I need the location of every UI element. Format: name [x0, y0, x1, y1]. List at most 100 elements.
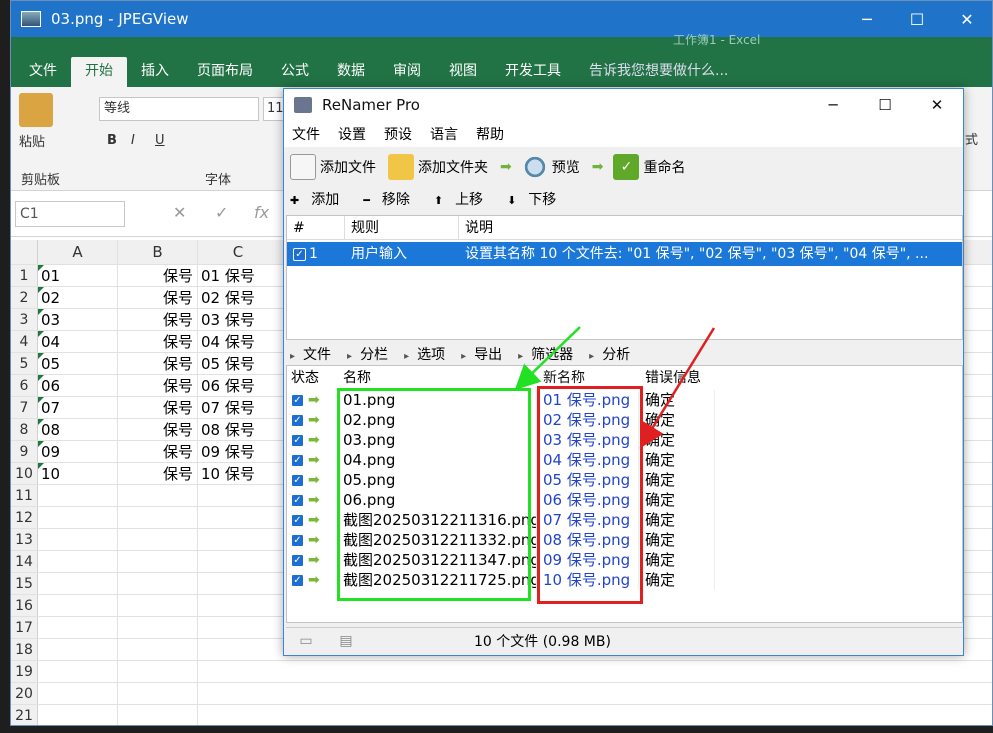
- cell[interactable]: [198, 573, 278, 594]
- row-header[interactable]: 14: [11, 551, 38, 572]
- cell[interactable]: [38, 705, 118, 725]
- name-box[interactable]: C1: [15, 201, 125, 227]
- cell[interactable]: 保号: [118, 309, 198, 330]
- cell[interactable]: [38, 529, 118, 550]
- row-header[interactable]: 7: [11, 397, 38, 418]
- menu-item[interactable]: 预设: [384, 124, 412, 144]
- cell[interactable]: 保号: [118, 397, 198, 418]
- cell[interactable]: [118, 683, 198, 704]
- cell[interactable]: 02: [38, 287, 118, 308]
- row-header[interactable]: 11: [11, 485, 38, 506]
- row-header[interactable]: 3: [11, 309, 38, 330]
- row-header[interactable]: 17: [11, 617, 38, 638]
- close-button[interactable]: ✕: [942, 10, 992, 29]
- excel-tab[interactable]: 公式: [267, 57, 323, 87]
- file-toolbar-button[interactable]: ▸ 选项: [404, 344, 453, 364]
- menu-item[interactable]: 文件: [292, 124, 320, 144]
- column-header[interactable]: B: [118, 240, 198, 264]
- menu-item[interactable]: 帮助: [476, 124, 504, 144]
- cell[interactable]: [38, 595, 118, 616]
- minimize-button[interactable]: ─: [842, 10, 892, 29]
- file-toolbar-button[interactable]: ▸ 导出: [461, 344, 510, 364]
- cell[interactable]: 09: [38, 441, 118, 462]
- cell[interactable]: [38, 485, 118, 506]
- cell[interactable]: 05: [38, 353, 118, 374]
- cell[interactable]: [198, 485, 278, 506]
- excel-tab[interactable]: 插入: [127, 57, 183, 87]
- cell[interactable]: 04: [38, 331, 118, 352]
- add-file-small-icon[interactable]: ▭: [286, 633, 326, 649]
- add-files-button[interactable]: 添加文件: [290, 154, 376, 180]
- cell[interactable]: 09 保号: [198, 441, 278, 462]
- excel-tab[interactable]: 页面布局: [183, 57, 267, 87]
- checkbox-icon[interactable]: ✓: [291, 473, 304, 487]
- cell[interactable]: [38, 551, 118, 572]
- renamer-close-button[interactable]: ✕: [911, 96, 963, 114]
- cell[interactable]: [198, 617, 278, 638]
- tell-me-search[interactable]: 告诉我您想要做什么...: [575, 57, 742, 87]
- checkbox-icon[interactable]: ✓: [291, 413, 304, 427]
- checkbox-icon[interactable]: ✓: [291, 513, 304, 527]
- cell[interactable]: [198, 705, 278, 725]
- cell[interactable]: [118, 595, 198, 616]
- column-header[interactable]: A: [38, 240, 118, 264]
- cell[interactable]: 保号: [118, 331, 198, 352]
- checkbox-icon[interactable]: ✓: [291, 573, 304, 587]
- maximize-button[interactable]: ☐: [892, 10, 942, 29]
- enter-icon[interactable]: ✓: [215, 203, 228, 222]
- checkbox-icon[interactable]: ✓: [291, 493, 304, 507]
- rename-button[interactable]: ✓ 重命名: [613, 154, 685, 180]
- row-header[interactable]: 13: [11, 529, 38, 550]
- jpegview-titlebar[interactable]: 03.png - JPEGView ─ ☐ ✕: [11, 1, 992, 37]
- cell[interactable]: [198, 661, 278, 682]
- rule-toolbar-button[interactable]: ⬇ 下移: [507, 189, 568, 209]
- state-header[interactable]: 状态: [287, 366, 337, 390]
- select-all-corner[interactable]: [11, 240, 38, 264]
- cell[interactable]: 01 保号: [198, 265, 278, 286]
- renamer-maximize-button[interactable]: ☐: [859, 96, 911, 114]
- rule-num-header[interactable]: #: [287, 216, 345, 239]
- folder-small-icon[interactable]: ▤: [326, 633, 366, 649]
- cell[interactable]: [38, 683, 118, 704]
- row-header[interactable]: 18: [11, 639, 38, 660]
- cancel-icon[interactable]: ✕: [173, 203, 186, 222]
- row-header[interactable]: 4: [11, 331, 38, 352]
- paste-button[interactable]: 粘贴: [19, 131, 45, 150]
- cell[interactable]: 03 保号: [198, 309, 278, 330]
- menu-item[interactable]: 设置: [338, 124, 366, 144]
- checkbox-icon[interactable]: ✓: [291, 393, 304, 407]
- cell[interactable]: [118, 705, 198, 725]
- cell[interactable]: 保号: [118, 375, 198, 396]
- cell[interactable]: 08: [38, 419, 118, 440]
- rule-row[interactable]: ✓ 1 用户输入 设置其名称 10 个文件去: "01 保号", "02 保号",…: [287, 242, 962, 266]
- cell[interactable]: 保号: [118, 441, 198, 462]
- cell[interactable]: [38, 661, 118, 682]
- rule-name-header[interactable]: 规则: [345, 216, 459, 239]
- excel-tab[interactable]: 开始: [71, 57, 127, 87]
- excel-tab[interactable]: 审阅: [379, 57, 435, 87]
- excel-tab[interactable]: 视图: [435, 57, 491, 87]
- cell[interactable]: [198, 683, 278, 704]
- row-header[interactable]: 15: [11, 573, 38, 594]
- excel-tab[interactable]: 数据: [323, 57, 379, 87]
- cell[interactable]: 06 保号: [198, 375, 278, 396]
- cell[interactable]: 保号: [118, 463, 198, 484]
- cell[interactable]: [118, 507, 198, 528]
- row-header[interactable]: 12: [11, 507, 38, 528]
- row-header[interactable]: 2: [11, 287, 38, 308]
- error-header[interactable]: 错误信息: [639, 366, 715, 390]
- cell[interactable]: 02 保号: [198, 287, 278, 308]
- cell[interactable]: 06: [38, 375, 118, 396]
- add-folder-button[interactable]: 添加文件夹: [388, 154, 488, 180]
- cell[interactable]: [38, 639, 118, 660]
- row-header[interactable]: 19: [11, 661, 38, 682]
- cell[interactable]: [38, 617, 118, 638]
- checkbox-icon[interactable]: ✓: [291, 453, 304, 467]
- file-toolbar-button[interactable]: ▸ 分析: [589, 344, 638, 364]
- rule-toolbar-button[interactable]: ⬆ 上移: [434, 189, 495, 209]
- cell[interactable]: 03: [38, 309, 118, 330]
- cell[interactable]: 01: [38, 265, 118, 286]
- checkbox-icon[interactable]: ✓: [291, 533, 304, 547]
- preview-button[interactable]: 预览: [521, 154, 580, 180]
- row-header[interactable]: 10: [11, 463, 38, 484]
